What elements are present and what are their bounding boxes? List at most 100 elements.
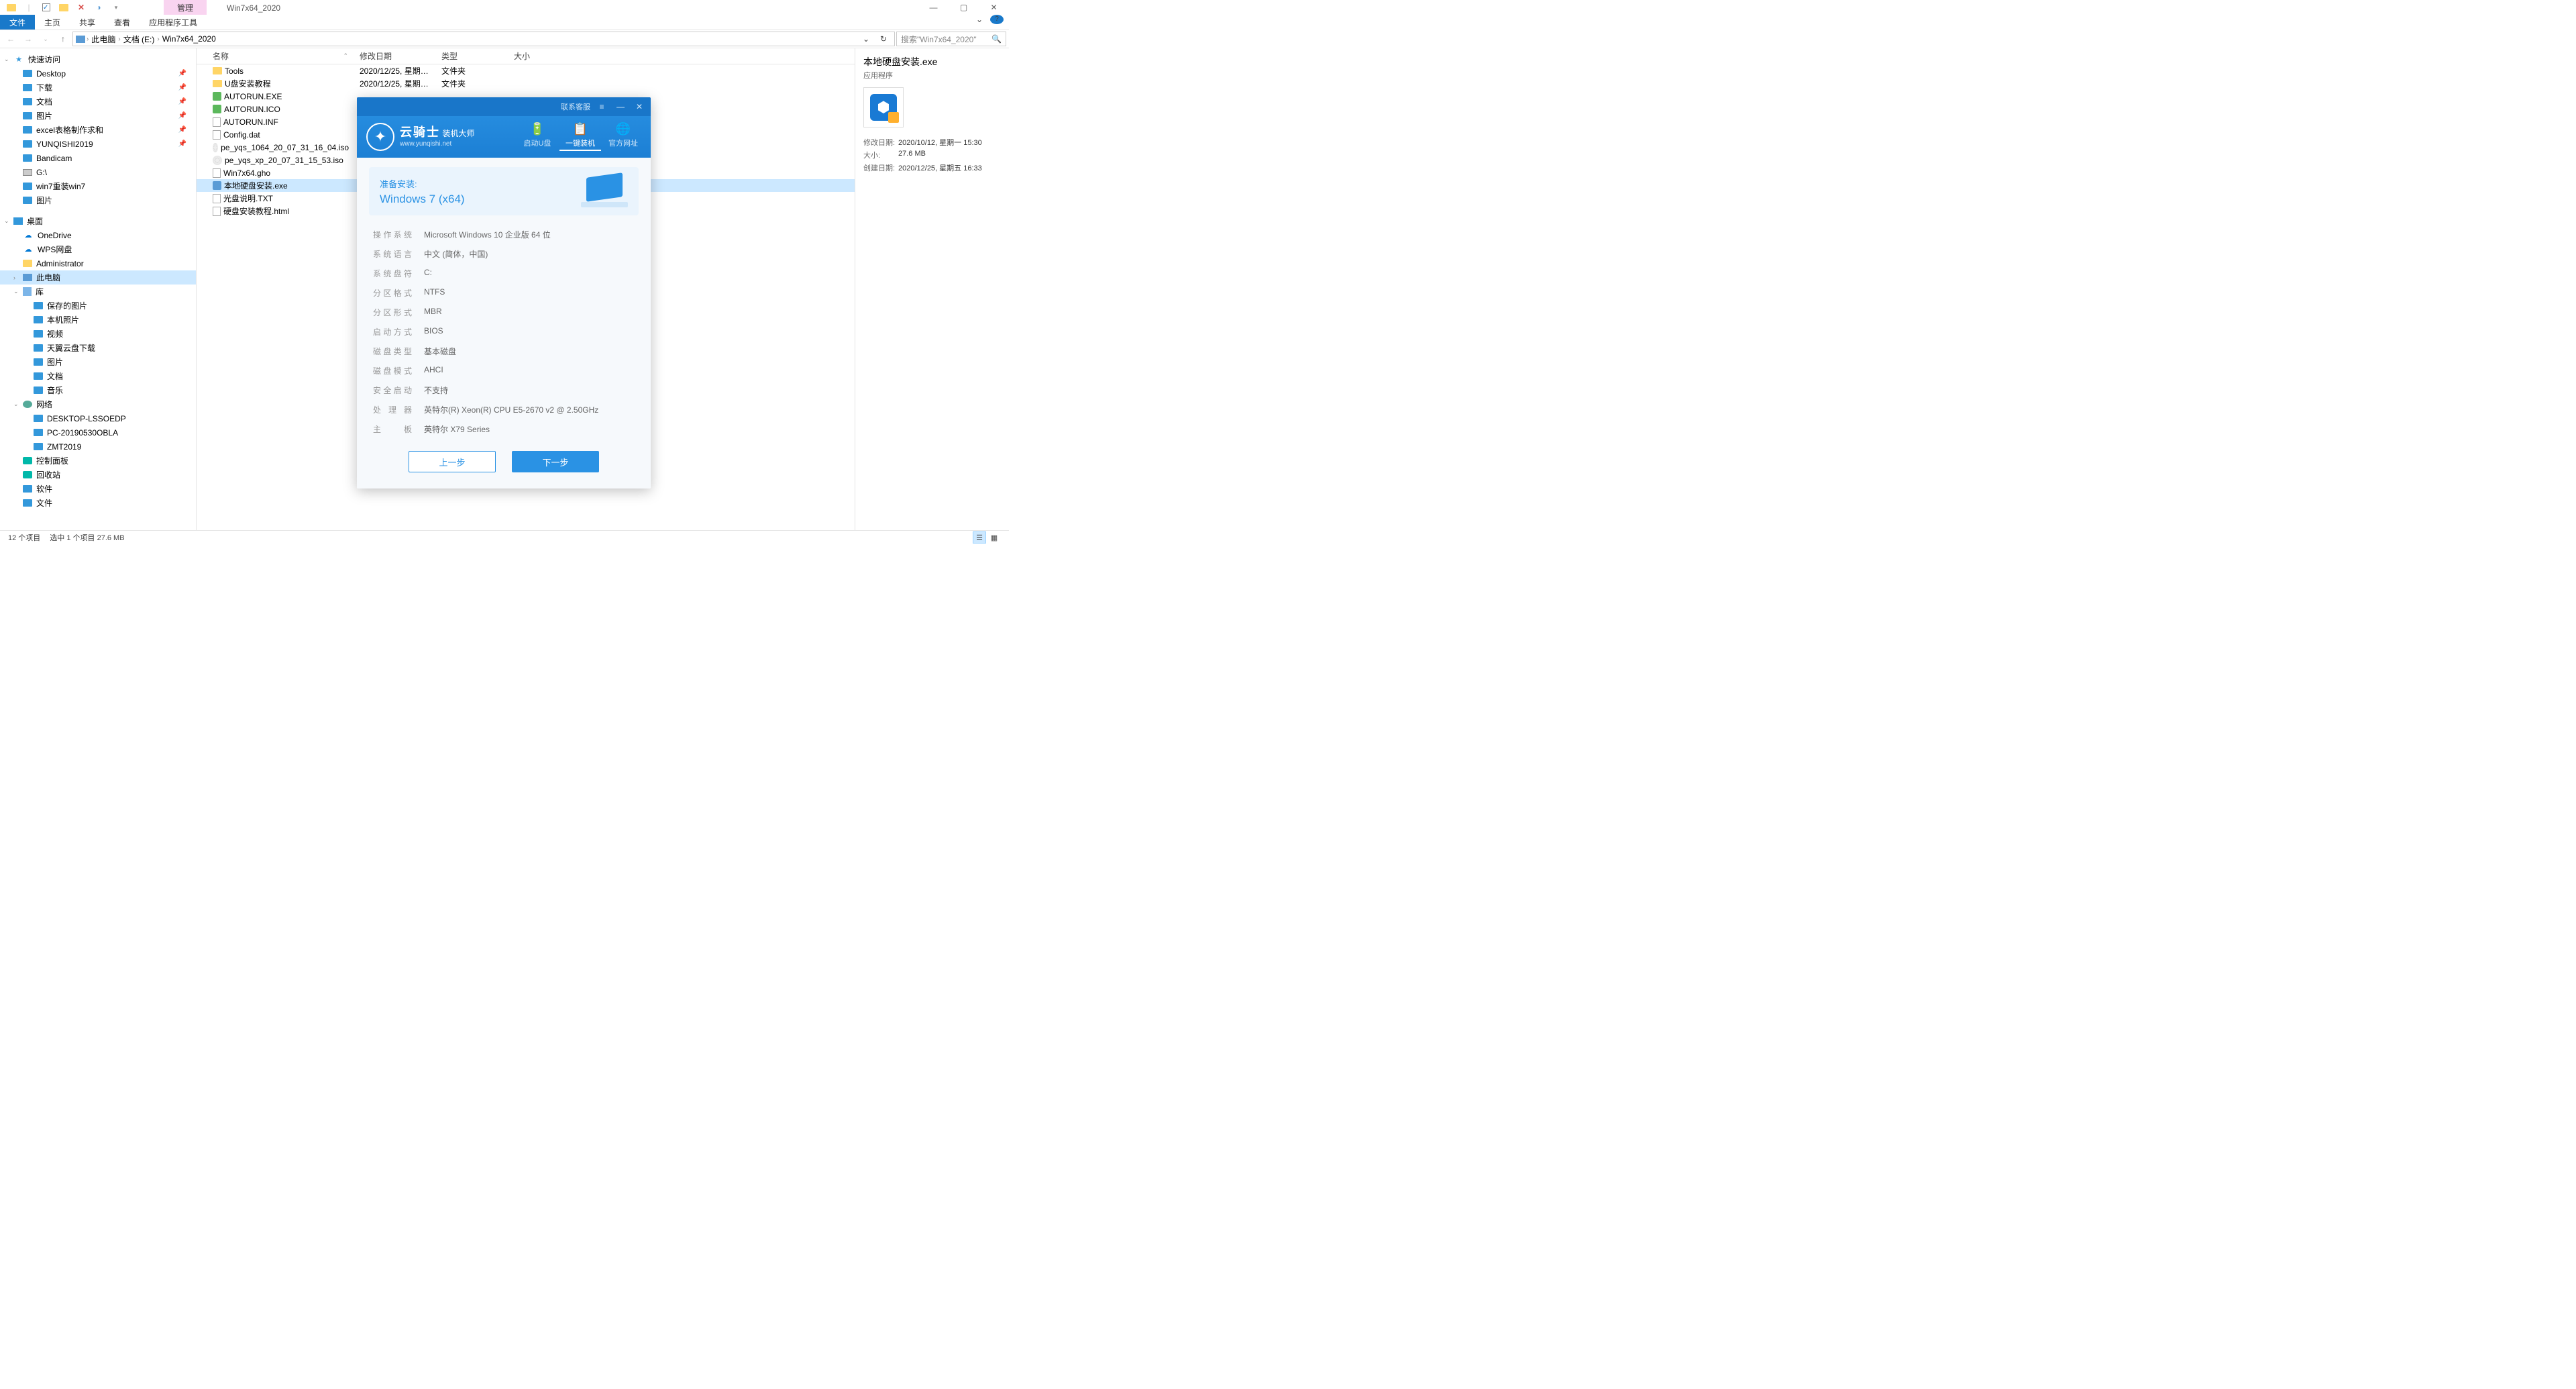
nav-quick-item[interactable]: Desktop📌 [0,66,196,81]
nav-desktop-item[interactable]: ☁WPS网盘 [0,242,196,256]
installer-tab[interactable]: 🌐官方网址 [602,122,644,154]
nav-quick-item[interactable]: 图片📌 [0,109,196,123]
nav-quick-item[interactable]: excel表格制作求和📌 [0,123,196,137]
nav-quick-item[interactable]: Bandicam [0,151,196,165]
nav-back-button[interactable]: ← [3,31,19,47]
col-size[interactable]: 大小 [508,48,562,64]
file-icon [213,67,222,74]
qat-check-icon[interactable] [39,1,54,14]
ribbon-tab-share[interactable]: 共享 [70,15,105,30]
installer-menu-button[interactable]: ≡ [594,99,609,114]
nav-desktop-item[interactable]: 图片 [0,355,196,369]
folder-icon [23,260,32,267]
address-dropdown-icon[interactable]: ⌄ [858,34,874,44]
ribbon-tab-apptools[interactable]: 应用程序工具 [140,15,207,30]
brand-sub: 装机大师 [442,129,474,138]
help-icon[interactable]: ? [990,15,1004,24]
installer-close-button[interactable]: ✕ [632,99,647,114]
nav-quick-item[interactable]: 图片 [0,193,196,207]
file-name: AUTORUN.INF [223,117,278,127]
folder-icon [23,274,32,281]
nav-desktop-item[interactable]: 视频 [0,327,196,341]
file-row[interactable]: Tools2020/12/25, 星期五 1...文件夹 [197,64,855,77]
nav-quick-item[interactable]: win7重装win7 [0,179,196,193]
pc-icon [76,36,85,43]
installer-tab[interactable]: 📋一键装机 [559,122,601,154]
folder-icon [23,154,32,162]
nav-forward-button[interactable]: → [20,31,36,47]
col-name[interactable]: 名称 ⌃ [207,48,354,64]
breadcrumb-seg-0[interactable]: 此电脑 [90,34,117,45]
nav-desktop-item[interactable]: ⌄库 [0,285,196,299]
breadcrumb-seg-1[interactable]: 文档 (E:) [122,34,156,45]
installer-minimize-button[interactable]: — [613,99,628,114]
navigation-pane[interactable]: ⌄ ★ 快速访问 Desktop📌下载📌文档📌图片📌excel表格制作求和📌YU… [0,48,197,530]
nav-up-button[interactable]: ↑ [55,31,71,47]
maximize-button[interactable]: ▢ [949,0,979,15]
view-icons-button[interactable]: ▦ [987,531,1001,544]
chevron-right-icon[interactable]: › [118,36,120,43]
nav-desktop-item[interactable]: DESKTOP-LSSOEDP [0,411,196,425]
nav-quick-item[interactable]: 文档📌 [0,95,196,109]
col-date[interactable]: 修改日期 [354,48,436,64]
nav-desktop-item[interactable]: ›此电脑 [0,270,196,285]
view-details-button[interactable]: ☰ [973,531,986,544]
qat-new-icon[interactable]: ◑ [91,1,106,14]
nav-desktop[interactable]: ⌄ 桌面 [0,214,196,228]
nav-desktop-item[interactable]: 音乐 [0,383,196,397]
breadcrumb-seg-2[interactable]: Win7x64_2020 [161,34,217,44]
chevron-icon[interactable]: ⌄ [13,288,21,295]
qat-folder-icon-2[interactable] [56,1,71,14]
view-switcher: ☰ ▦ [973,531,1001,544]
nav-desktop-item[interactable]: PC-20190530OBLA [0,425,196,440]
nav-quick-access[interactable]: ⌄ ★ 快速访问 [0,52,196,66]
chevron-right-icon[interactable]: › [157,36,159,43]
nav-desktop-item[interactable]: 软件 [0,482,196,496]
refresh-button[interactable]: ↻ [875,34,892,44]
nav-label: 网络 [36,399,52,410]
chevron-down-icon[interactable]: ⌄ [4,217,12,225]
minimize-button[interactable]: — [918,0,949,15]
nav-recent-dropdown[interactable]: ⌄ [38,31,54,47]
nav-desktop-item[interactable]: 回收站 [0,468,196,482]
nav-desktop-item[interactable]: ⌄ 网络 [0,397,196,411]
chevron-down-icon[interactable]: ⌄ [4,56,12,63]
pin-icon: 📌 [178,112,186,119]
nav-label: 文件 [36,497,52,509]
next-button[interactable]: 下一步 [512,451,599,472]
col-type[interactable]: 类型 [436,48,508,64]
nav-quick-item[interactable]: 下载📌 [0,81,196,95]
pin-icon: 📌 [178,98,186,105]
nav-desktop-item[interactable]: 文件 [0,496,196,510]
prev-button[interactable]: 上一步 [409,451,496,472]
file-row[interactable]: U盘安装教程2020/12/25, 星期五 1...文件夹 [197,77,855,90]
nav-desktop-item[interactable]: ZMT2019 [0,440,196,454]
chevron-icon[interactable]: › [13,274,21,281]
qat-delete-icon[interactable]: ✕ [74,1,89,14]
nav-desktop-item[interactable]: 文档 [0,369,196,383]
ribbon-tab-file[interactable]: 文件 [0,15,35,30]
ribbon-expand-icon[interactable]: ⌄ [973,15,986,24]
qat-folder-icon[interactable] [4,1,19,14]
nav-desktop-item[interactable]: 控制面板 [0,454,196,468]
search-icon[interactable]: 🔍 [991,34,1002,44]
nav-desktop-item[interactable]: 天翼云盘下载 [0,341,196,355]
status-item-count: 12 个项目 [8,532,40,543]
nav-desktop-item[interactable]: ☁OneDrive [0,228,196,242]
chevron-icon[interactable]: ⌄ [13,401,21,408]
support-link[interactable]: 联系客服 [561,101,590,112]
nav-desktop-item[interactable]: Administrator [0,256,196,270]
qat-dropdown-icon[interactable]: ▾ [109,1,123,14]
nav-quick-item[interactable]: G:\ [0,165,196,179]
nav-desktop-item[interactable]: 保存的图片 [0,299,196,313]
breadcrumb[interactable]: › 此电脑 › 文档 (E:) › Win7x64_2020 ⌄ ↻ [72,32,895,46]
chevron-right-icon[interactable]: › [87,36,89,43]
nav-quick-item[interactable]: YUNQISHI2019📌 [0,137,196,151]
nav-desktop-item[interactable]: 本机照片 [0,313,196,327]
ribbon-tab-home[interactable]: 主页 [35,15,70,30]
search-input[interactable]: 搜索"Win7x64_2020" 🔍 [896,32,1006,46]
contextual-tab-manage[interactable]: 管理 [164,0,207,15]
installer-tab[interactable]: 🔋启动U盘 [517,122,558,154]
ribbon-tab-view[interactable]: 查看 [105,15,140,30]
close-button[interactable]: ✕ [979,0,1009,15]
